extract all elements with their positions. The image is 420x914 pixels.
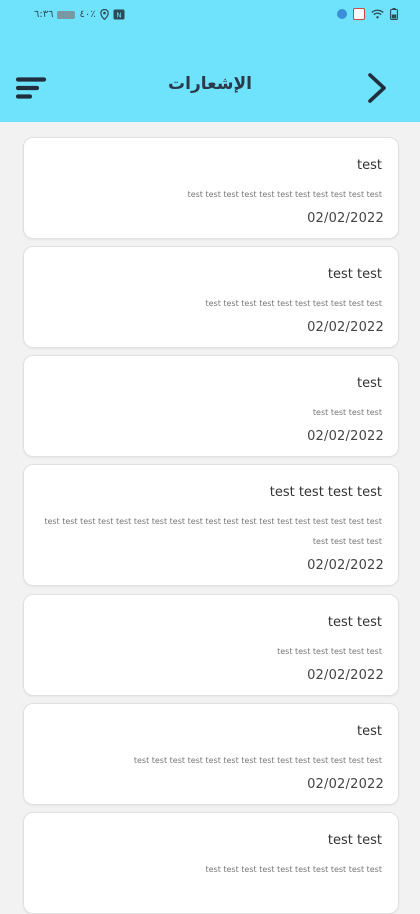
notification-body: test test test test test test test test … xyxy=(205,299,382,308)
notification-title: test xyxy=(357,376,382,391)
notification-body: test test test test test test test test … xyxy=(133,756,382,765)
nfc-icon: N xyxy=(113,9,125,20)
status-percent: ٤٠٪ xyxy=(79,9,96,20)
notification-title: test xyxy=(357,158,382,173)
notification-card[interactable]: test test test test test test test test … xyxy=(23,246,399,348)
notification-body: test test test test test test xyxy=(277,647,382,656)
status-time: ٦:٣٦ xyxy=(34,9,54,20)
notification-title: test test xyxy=(327,615,382,630)
notification-body: test test test test test test test test … xyxy=(187,190,382,199)
notification-body: test test test test test test test test … xyxy=(44,517,382,546)
toolbar: الإشعارات xyxy=(0,62,420,112)
status-bar: ٦:٣٦ ٤٠٪ N xyxy=(0,0,420,34)
notification-title: test test test test xyxy=(269,485,382,500)
wifi-icon xyxy=(371,9,384,19)
location-icon xyxy=(99,9,109,20)
status-left: ٦:٣٦ ٤٠٪ N xyxy=(34,9,125,20)
status-right xyxy=(337,8,398,20)
notification-date: 02/02/2022 xyxy=(307,668,384,683)
chevron-right-icon[interactable] xyxy=(367,72,387,104)
notification-card[interactable]: test test test test test 02/02/2022 xyxy=(23,355,399,457)
notification-title: test xyxy=(357,724,382,739)
notification-body: test test test test test test test test … xyxy=(205,865,382,874)
battery-pill-icon xyxy=(57,10,76,19)
notification-date: 02/02/2022 xyxy=(307,429,384,444)
notification-body: test test test test xyxy=(312,408,382,417)
notification-date: 02/02/2022 xyxy=(307,558,384,573)
battery-icon xyxy=(390,8,398,20)
notification-card[interactable]: test test test test test test test test … xyxy=(23,137,399,239)
notification-date: 02/02/2022 xyxy=(307,320,384,335)
notification-date: 02/02/2022 xyxy=(307,777,384,792)
notification-card[interactable]: test test test test test test test test … xyxy=(23,464,399,586)
notification-title: test test xyxy=(327,833,382,848)
app-header: ٦:٣٦ ٤٠٪ N الإشعارات xyxy=(0,0,420,122)
svg-text:N: N xyxy=(116,12,121,20)
notification-card[interactable]: test test test test test test test test … xyxy=(23,703,399,805)
app-notification-icon xyxy=(337,9,347,19)
page-title: الإشعارات xyxy=(168,74,252,94)
notification-title: test test xyxy=(327,267,382,282)
notification-card[interactable]: test test test test test test test test … xyxy=(23,594,399,696)
notification-date: 02/02/2022 xyxy=(307,211,384,226)
notification-card[interactable]: test test test test test test test test … xyxy=(23,812,399,914)
mail-notification-icon xyxy=(353,8,365,20)
